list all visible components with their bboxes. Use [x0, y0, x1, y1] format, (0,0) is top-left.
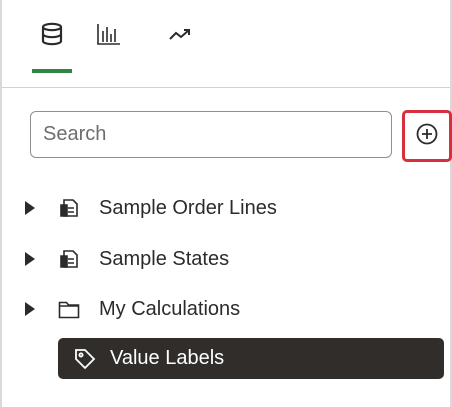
dataset-icon	[58, 196, 82, 220]
tab-selected-indicator	[32, 69, 72, 73]
folder-icon	[58, 297, 82, 321]
expand-caret-icon[interactable]	[24, 198, 40, 218]
tree-item-my-calculations[interactable]: My Calculations	[24, 289, 240, 329]
plus-circle-icon	[415, 122, 439, 151]
tree-item-label: My Calculations	[99, 297, 241, 320]
tree-item-label: Sample Order Lines	[99, 196, 277, 219]
add-data-button[interactable]	[402, 110, 452, 162]
tree-item-sample-states[interactable]: Sample States	[24, 239, 229, 279]
tree-item-label: Sample States	[99, 247, 230, 270]
tree-item-sample-order-lines[interactable]: Sample Order Lines	[24, 188, 277, 228]
database-icon	[40, 22, 64, 72]
trend-line-icon	[168, 22, 194, 72]
tab-visualizations[interactable]	[89, 22, 129, 72]
search-input[interactable]	[31, 112, 391, 157]
panel-tab-bar	[2, 0, 450, 88]
dataset-icon	[58, 247, 82, 271]
search-field[interactable]	[30, 111, 392, 158]
expand-caret-icon[interactable]	[24, 299, 40, 319]
tree-item-value-labels[interactable]: Value Labels	[58, 338, 444, 379]
tab-data[interactable]	[32, 22, 72, 73]
tree-item-label: Value Labels	[110, 347, 225, 369]
tab-analytics[interactable]	[161, 22, 201, 72]
data-panel: Sample Order Lines Sample States My Calc…	[0, 0, 452, 407]
tag-icon	[74, 347, 98, 371]
expand-caret-icon[interactable]	[24, 249, 40, 269]
bar-chart-icon	[96, 22, 122, 72]
